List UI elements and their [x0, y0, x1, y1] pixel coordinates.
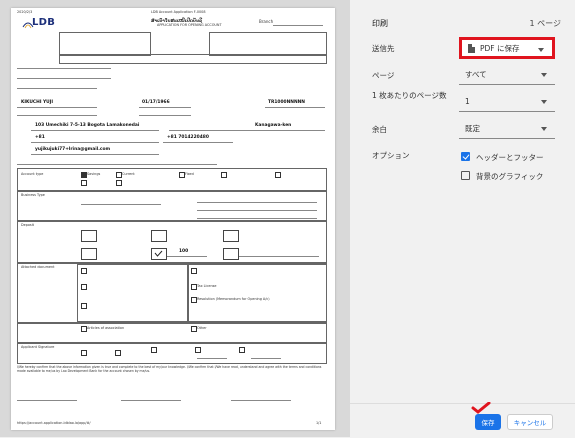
- destination-value: PDF に保存: [480, 43, 520, 53]
- preview-page: 2020/2/3 LDB Account Application F-0008 …: [11, 8, 335, 430]
- pages-per-sheet-label: 1 枚あたりのページ数: [372, 91, 447, 100]
- name-value: KIKUCHI YUJI: [21, 100, 53, 105]
- background-graphics-checkbox[interactable]: [461, 171, 470, 180]
- headers-footers-label[interactable]: ヘッダーとフッター: [476, 152, 544, 163]
- branch-label: Branch: [259, 19, 274, 24]
- fixed-option-label: Fixed: [185, 172, 194, 176]
- print-title: 印刷: [372, 19, 388, 28]
- other-option-label: Other: [197, 326, 207, 330]
- province-value: Kanagawa-ken: [255, 123, 292, 128]
- amount-value: 100: [179, 249, 189, 254]
- signature-label: Applicant Signature: [21, 345, 55, 349]
- form-title-en: APPLICATION FOR OPENING ACCOUNT: [157, 23, 222, 27]
- cancel-button[interactable]: キャンセル: [507, 414, 553, 430]
- account-type-label: Account type: [21, 172, 44, 176]
- pdf-file-icon: [468, 43, 475, 53]
- savings-option-label: Savings: [87, 172, 101, 176]
- current-option-label: Current: [122, 172, 135, 176]
- headers-footers-checkbox[interactable]: [461, 152, 470, 161]
- chevron-down-icon: [541, 127, 547, 131]
- mobile-value: +81 7014220480: [167, 135, 209, 140]
- margins-value: 既定: [465, 124, 480, 133]
- phone-prefix: +81: [35, 135, 45, 140]
- pages-select[interactable]: すべて: [459, 65, 555, 85]
- pages-value: すべて: [465, 70, 487, 79]
- print-preview-area[interactable]: 2020/2/3 LDB Account Application F-0008 …: [0, 0, 350, 437]
- save-button[interactable]: 保存: [475, 414, 501, 430]
- options-label: オプション: [372, 151, 410, 160]
- page-header-title: LDB Account Application F-0008: [151, 10, 206, 14]
- destination-select[interactable]: PDF に保存: [459, 37, 555, 59]
- print-settings-panel: 印刷 1 ページ 送信先 PDF に保存 ページ すべて 1 枚あたりのページ数…: [350, 0, 575, 437]
- dob-value: 01/17/1966: [142, 100, 170, 105]
- chevron-down-icon: [541, 73, 547, 77]
- articles-option-label: Articles of association: [87, 326, 125, 330]
- deposit-check-icon: [154, 250, 163, 257]
- passport-value: TR1000NNNNN: [268, 100, 305, 105]
- background-graphics-label[interactable]: 背景のグラフィック: [476, 171, 543, 182]
- page-count: 1 ページ: [529, 19, 561, 28]
- chevron-down-icon: [538, 48, 544, 52]
- declaration-text: I/We hereby confirm that the above infor…: [17, 365, 322, 374]
- pages-label: ページ: [372, 71, 395, 80]
- margins-label: 余白: [372, 125, 387, 134]
- dialog-footer: 保存 キャンセル: [350, 402, 575, 438]
- red-check-mark-icon: [471, 402, 491, 414]
- bank-logo-text: LDB: [32, 17, 56, 28]
- address-value: 103 Umechiki 7-5-13 Bogota Lamakonedai: [35, 123, 140, 128]
- chevron-down-icon: [541, 100, 547, 104]
- margins-select[interactable]: 既定: [459, 119, 555, 139]
- pages-per-sheet-value: 1: [465, 97, 470, 106]
- business-label: Business Type: [21, 193, 45, 197]
- destination-label: 送信先: [372, 44, 395, 53]
- deposit-label: Deposit: [21, 223, 34, 227]
- page-header-date: 2020/2/3: [17, 10, 33, 14]
- email-value: yujikujuki77+lrina@gmail.com: [35, 147, 111, 152]
- pages-per-sheet-select[interactable]: 1: [459, 92, 555, 112]
- page-footer-number: 1/1: [316, 421, 322, 425]
- page-footer-url: https://account.application.ldblao.la/ap…: [17, 421, 91, 425]
- documents-label: Attached document: [21, 265, 55, 269]
